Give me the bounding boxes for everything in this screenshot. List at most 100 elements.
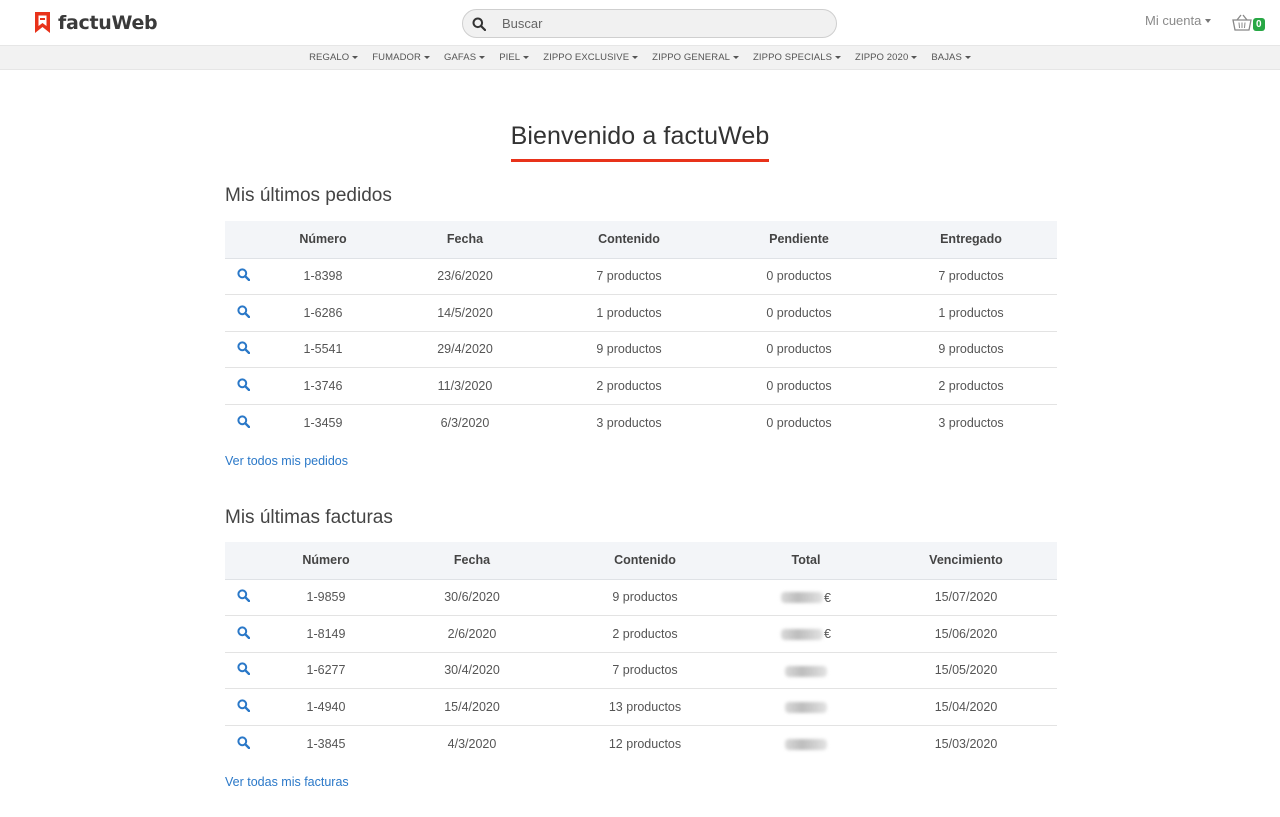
- logo-mark-icon: [35, 12, 50, 33]
- nav-label: ZIPPO 2020: [855, 52, 909, 63]
- nav-label: FUMADOR: [372, 52, 421, 63]
- account-label: Mi cuenta: [1145, 13, 1202, 28]
- view-all-orders-link[interactable]: Ver todos mis pedidos: [225, 454, 348, 468]
- table-cell: 1-6277: [261, 652, 391, 690]
- table-cell: 3 productos: [596, 415, 662, 430]
- table-cell: 14/5/2020: [385, 294, 545, 332]
- table-cell: 15/04/2020: [875, 688, 1057, 726]
- invoices-section-title: Mis últimas facturas: [225, 507, 393, 528]
- table-header-row: Número Fecha Contenido Pendiente Entrega…: [225, 221, 1057, 259]
- table-cell: [225, 652, 261, 690]
- chevron-down-icon: [911, 56, 918, 59]
- table-cell: [225, 688, 261, 726]
- table-cell: 2 productos: [885, 367, 1057, 405]
- nav-label: ZIPPO SPECIALS: [753, 52, 833, 63]
- nav-label: BAJAS: [931, 52, 962, 63]
- table-row: 1-9859 30/6/2020 9 productos € 15/07/202…: [225, 579, 1057, 617]
- account-menu[interactable]: Mi cuenta: [1145, 13, 1212, 28]
- search-input[interactable]: [502, 16, 802, 31]
- view-invoice-search-icon[interactable]: [236, 662, 250, 678]
- table-cell: 7 productos: [553, 652, 737, 690]
- table-cell: 13 productos: [553, 688, 737, 726]
- table-header-cell: Entregado: [885, 221, 1057, 259]
- table-cell: 23/6/2020: [385, 258, 545, 296]
- table-row: 1-3746 11/3/2020 2 productos 0 productos…: [225, 367, 1057, 405]
- table-cell: 15/05/2020: [875, 652, 1057, 690]
- table-row: 1-4940 15/4/2020 13 productos 15/04/2020: [225, 688, 1057, 726]
- view-invoice-search-icon[interactable]: [236, 589, 250, 605]
- chevron-down-icon: [479, 56, 486, 59]
- nav-item-bajas[interactable]: BAJAS: [931, 52, 971, 63]
- table-header-cell: Contenido: [553, 542, 737, 580]
- table-cell: [225, 579, 261, 617]
- view-invoice-search-icon[interactable]: [236, 626, 250, 642]
- chevron-down-icon: [424, 56, 430, 59]
- table-row: 1-3845 4/3/2020 12 productos 15/03/2020: [225, 725, 1057, 762]
- table-header-cell: Contenido: [545, 221, 713, 259]
- table-cell: 0 productos: [713, 367, 885, 405]
- brand-logo[interactable]: factuWeb: [34, 11, 158, 34]
- nav-item-piel[interactable]: PIEL: [499, 52, 530, 63]
- table-header-cell: Total: [737, 542, 875, 580]
- nav-label: ZIPPO EXCLUSIVE: [543, 52, 630, 63]
- nav-item-zippo-2020[interactable]: ZIPPO 2020: [855, 52, 918, 63]
- table-cell: 30/6/2020: [391, 579, 553, 617]
- table-cell: 7 productos: [885, 258, 1057, 296]
- table-cell: 0 productos: [713, 331, 885, 369]
- table-cell: 3 productos: [938, 415, 1004, 430]
- table-header-cell: Fecha: [391, 542, 553, 580]
- table-row: 1-8398 23/6/2020 7 productos 0 productos…: [225, 258, 1057, 296]
- table-header-cell: Vencimiento: [875, 542, 1057, 580]
- redacted-amount: [785, 702, 827, 714]
- nav-item-zippo-exclusive[interactable]: ZIPPO EXCLUSIVE: [543, 52, 639, 63]
- view-order-search-icon[interactable]: [236, 415, 250, 431]
- view-order-search-icon[interactable]: [236, 341, 250, 357]
- view-order-search-icon[interactable]: [236, 268, 250, 284]
- table-cell: 15/07/2020: [875, 579, 1057, 617]
- nav-item-regalo[interactable]: REGALO: [309, 52, 359, 63]
- table-cell: 9 productos: [885, 331, 1057, 369]
- nav-item-zippo-general[interactable]: ZIPPO GENERAL: [652, 52, 740, 63]
- table-cell: [737, 652, 875, 690]
- table-cell: 1-5541: [261, 331, 385, 369]
- chevron-down-icon: [523, 56, 530, 59]
- table-header-cell: Número: [261, 221, 385, 259]
- table-header-cell: Fecha: [385, 221, 545, 259]
- table-cell: 1 productos: [545, 294, 713, 332]
- table-cell: [225, 367, 261, 405]
- nav-item-fumador[interactable]: FUMADOR: [372, 52, 430, 63]
- table-cell: 1-3845: [306, 736, 346, 751]
- table-cell: 2 productos: [553, 615, 737, 653]
- nav-item-gafas[interactable]: GAFAS: [444, 52, 486, 63]
- table-cell: 1-8149: [261, 615, 391, 653]
- table-row: 1-5541 29/4/2020 9 productos 0 productos…: [225, 331, 1057, 369]
- table-header-row: Número Fecha Contenido Total Vencimiento: [225, 542, 1057, 580]
- table-cell: 0 productos: [713, 258, 885, 296]
- table-cell: 9 productos: [553, 579, 737, 617]
- view-all-invoices-link[interactable]: Ver todas mis facturas: [225, 775, 349, 789]
- nav-label: GAFAS: [444, 52, 477, 63]
- table-cell: 0 productos: [713, 294, 885, 332]
- table-cell: 29/4/2020: [385, 331, 545, 369]
- nav-item-zippo-specials[interactable]: ZIPPO SPECIALS: [753, 52, 842, 63]
- top-header: factuWeb Mi cuenta 0: [0, 0, 1280, 45]
- view-order-search-icon[interactable]: [236, 305, 250, 321]
- view-invoice-search-icon[interactable]: [236, 736, 250, 752]
- redacted-amount: [785, 665, 827, 677]
- redacted-amount: [785, 739, 827, 751]
- view-order-search-icon[interactable]: [236, 378, 250, 394]
- table-cell: 1-6286: [261, 294, 385, 332]
- nav-label: ZIPPO GENERAL: [652, 52, 731, 63]
- table-cell: [225, 615, 261, 653]
- search-icon[interactable]: [472, 17, 502, 31]
- orders-table: Número Fecha Contenido Pendiente Entrega…: [225, 221, 1057, 441]
- table-cell: 9 productos: [545, 331, 713, 369]
- basket-icon: [1232, 14, 1252, 31]
- table-cell: 1 productos: [885, 294, 1057, 332]
- cart-button[interactable]: 0: [1232, 12, 1265, 31]
- table-cell: [225, 404, 261, 441]
- page-title: Bienvenido a factuWeb: [510, 122, 770, 162]
- table-cell: 4/3/2020: [447, 736, 497, 751]
- category-nav: REGALO FUMADOR GAFAS PIEL ZIPPO EXCLUSIV…: [0, 45, 1280, 70]
- view-invoice-search-icon[interactable]: [236, 699, 250, 715]
